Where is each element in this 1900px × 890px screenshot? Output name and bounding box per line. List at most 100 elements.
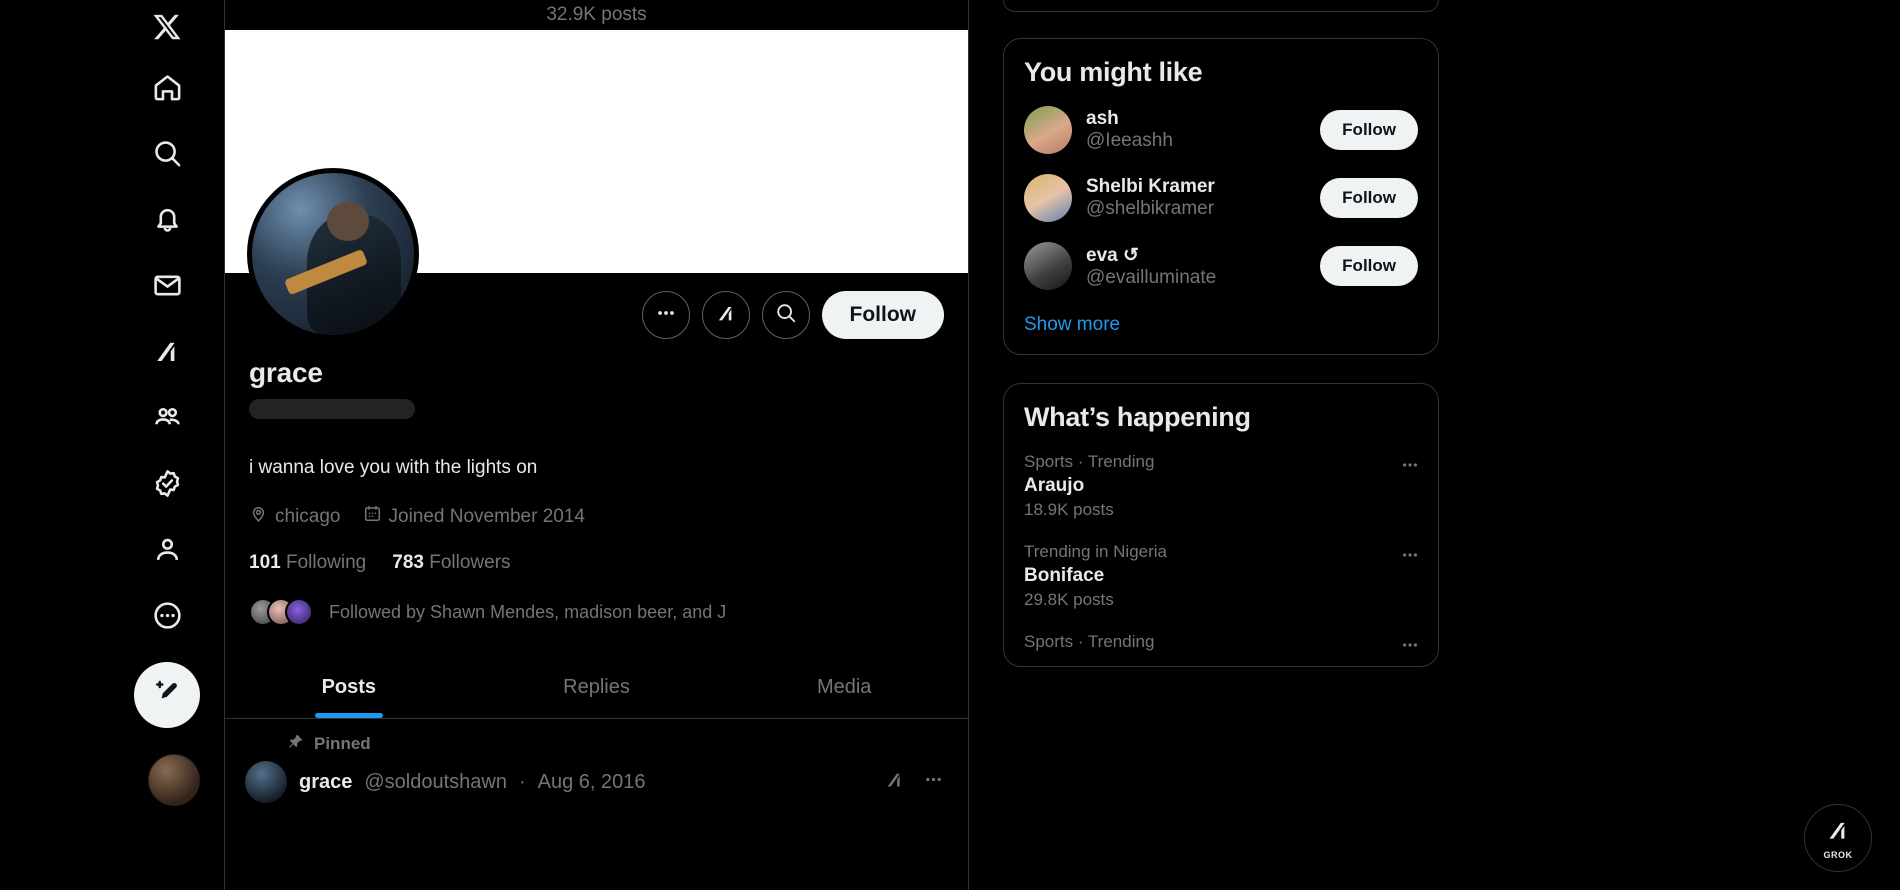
profile-handle-redacted [249,399,415,419]
profile-action-bar: Follow [225,168,968,357]
tab-posts-label: Posts [321,675,377,698]
followed-by-avatar [285,598,313,626]
x-profile-page: 32.9K posts Follow grace i wanna love yo… [0,0,1900,890]
trend-category: Trending in Nigeria [1024,542,1167,561]
tab-posts[interactable]: Posts [225,656,473,718]
grok-icon [1825,817,1851,848]
post-author-name: grace [299,770,353,793]
following-count-label: Following [285,552,367,573]
calendar-icon [363,504,382,529]
sidebar-item-notifications[interactable] [134,186,200,252]
profile-tabs: Posts Replies Media [225,656,968,719]
mail-icon [152,270,183,301]
suggestion-name-text: eva [1086,244,1118,266]
suggestion-follow-button[interactable]: Follow [1320,246,1418,286]
sidebar-item-x-logo[interactable] [134,0,200,54]
suggestion-handle: @evailluminate [1086,266,1217,288]
trend-item[interactable]: Sports · Trending [1004,621,1438,666]
grok-icon [152,336,182,366]
sidebar-item-premium[interactable] [134,450,200,516]
profile-joined-label: Joined November 2014 [388,505,585,527]
more-horizontal-icon[interactable] [1400,545,1420,571]
suggestion-text: eva ↺ @evailluminate [1086,244,1306,289]
location-pin-icon [249,504,268,529]
suggestion-handle: @Ieeashh [1086,130,1173,151]
post-count-label: 32.9K posts [546,4,647,25]
grok-icon[interactable] [884,769,905,795]
suggestion-avatar[interactable] [1024,242,1072,290]
x-logo-icon [152,12,182,42]
post-author-handle: @soldoutshawn [364,770,507,793]
compose-post-button[interactable] [134,662,200,728]
whats-happening-card: What’s happening Sports · Trending Arauj… [1003,383,1439,667]
tab-replies[interactable]: Replies [473,656,721,718]
profile-more-button[interactable] [641,291,690,339]
post-author-avatar[interactable] [245,761,287,803]
more-horizontal-icon [655,302,677,329]
sidebar-item-more[interactable] [134,582,200,648]
whats-happening-title: What’s happening [1024,402,1251,432]
profile-avatar[interactable] [247,168,419,340]
followers-count-label: Followers [429,552,511,573]
suggestion-follow-button[interactable]: Follow [1320,178,1418,218]
communities-icon [152,402,183,433]
following-count-value: 101 [249,552,281,573]
more-horizontal-icon[interactable] [923,769,944,795]
trend-item[interactable]: Sports · Trending Araujo 18.9K posts [1004,441,1438,531]
profile-main-column: 32.9K posts Follow grace i wanna love yo… [224,0,969,890]
grok-fab-label: GROK [1823,849,1853,860]
profile-counts-row: 101 Following 783 Followers [249,552,944,574]
more-horizontal-icon[interactable] [1400,455,1420,481]
follow-button[interactable]: Follow [821,291,944,339]
sidebar-item-communities[interactable] [134,384,200,450]
pinned-post-header: grace @soldoutshawn · Aug 6, 2016 [225,755,968,803]
profile-meta-row: chicago Joined November 2014 [249,504,944,529]
person-icon [152,534,183,565]
bell-icon [152,204,183,235]
sidebar-item-messages[interactable] [134,252,200,318]
tab-media[interactable]: Media [720,656,968,718]
trend-item[interactable]: Trending in Nigeria Boniface 29.8K posts [1004,531,1438,621]
profile-grok-button[interactable] [701,291,750,339]
trend-post-count: 29.8K posts [1024,590,1114,609]
post-meta-separator: · [518,770,526,793]
following-count-link[interactable]: 101 Following [249,552,366,574]
followers-count-value: 783 [392,552,424,573]
verified-badge-icon [152,468,183,499]
suggestion-avatar[interactable] [1024,106,1072,154]
followed-by-row[interactable]: Followed by Shawn Mendes, madison beer, … [249,598,944,626]
sidebar-item-home[interactable] [134,54,200,120]
show-more-link[interactable]: Show more [1004,300,1438,354]
sidebar-item-profile[interactable] [134,516,200,582]
avatar-head [326,202,369,242]
suggestion-avatar[interactable] [1024,174,1072,222]
suggestion-name: ash [1086,108,1119,129]
sidebar-item-grok[interactable] [134,318,200,384]
right-sidebar: You might like ash @Ieeashh Follow Shelb… [1003,0,1439,890]
trend-post-count: 18.9K posts [1024,500,1114,519]
sidebar-item-explore[interactable] [134,120,200,186]
followed-by-text: Followed by Shawn Mendes, madison beer, … [329,601,727,622]
more-horizontal-icon[interactable] [1400,635,1420,661]
pinned-label: Pinned [314,734,371,753]
tab-media-label: Media [816,675,872,698]
profile-location: chicago [249,504,341,529]
grok-floating-button[interactable]: GROK [1804,804,1872,872]
suggestion-item[interactable]: Shelbi Kramer @shelbikramer Follow [1004,164,1438,232]
suggestion-item[interactable]: ash @Ieeashh Follow [1004,96,1438,164]
trend-name: Araujo [1024,475,1085,496]
tab-replies-label: Replies [563,675,630,698]
followed-by-avatars [249,598,313,626]
home-icon [152,72,183,103]
left-sidebar-nav [0,0,224,890]
profile-location-label: chicago [275,505,341,527]
suggestion-handle: @shelbikramer [1086,198,1215,219]
suggestion-follow-button[interactable]: Follow [1320,110,1418,150]
sidebar-account-avatar[interactable] [148,754,200,806]
profile-search-button[interactable] [761,291,810,339]
search-icon [152,138,183,169]
followers-count-link[interactable]: 783 Followers [392,552,510,574]
trend-category: Sports · Trending [1024,452,1155,471]
suggestion-item[interactable]: eva ↺ @evailluminate Follow [1004,232,1438,300]
suggestion-text: ash @Ieeashh [1086,108,1306,152]
